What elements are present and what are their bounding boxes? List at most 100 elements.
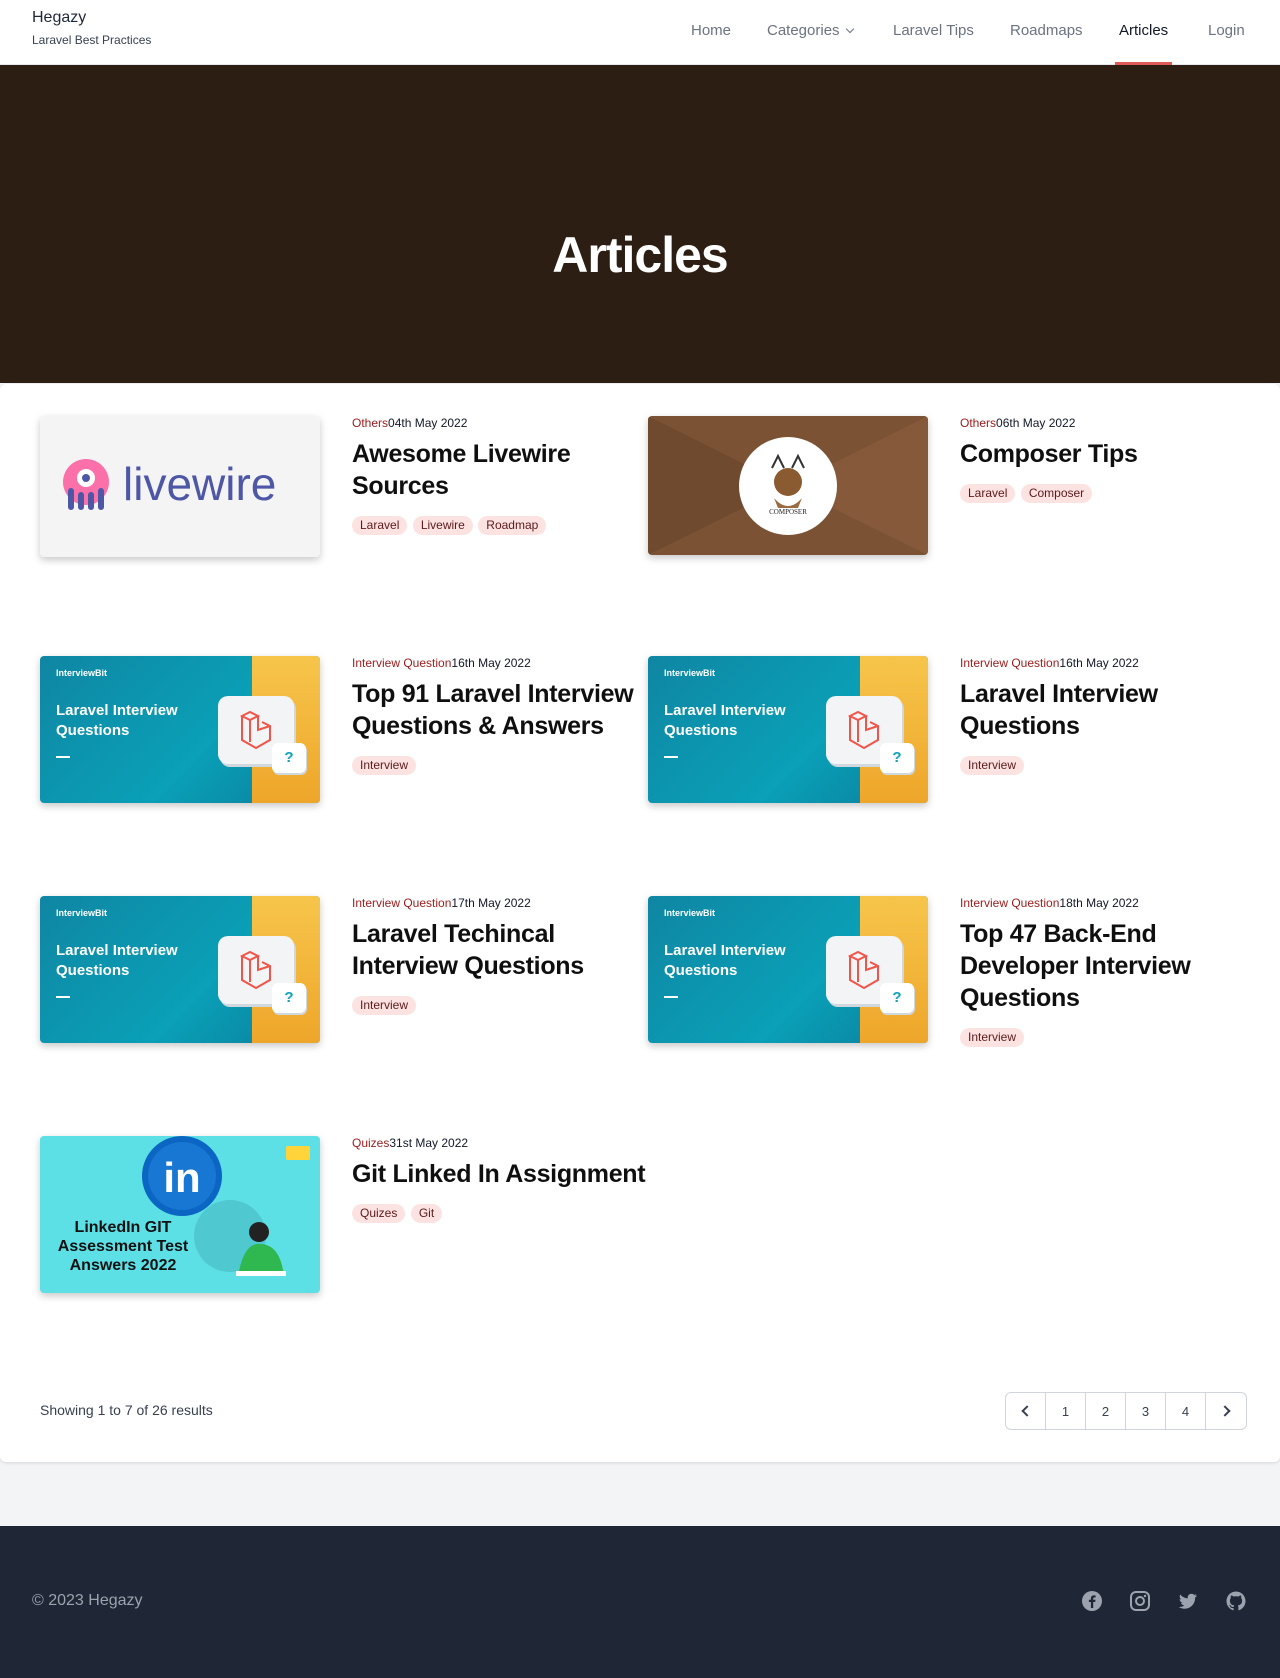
page-button-4[interactable]: 4 <box>1166 1393 1206 1429</box>
article-category[interactable]: Interview Question <box>352 896 451 910</box>
article-title[interactable]: Top 47 Back-End Developer Interview Ques… <box>960 918 1250 1014</box>
linkedin-logo-text: in <box>163 1154 200 1201</box>
article-title[interactable]: Top 91 Laravel Interview Questions & Ans… <box>352 678 642 742</box>
article-card[interactable]: InterviewBit Laravel Interview Questions… <box>40 896 584 1043</box>
article-title[interactable]: Awesome Livewire Sources <box>352 438 642 502</box>
question-mark-icon: ? <box>880 983 914 1013</box>
articles-card: livewire Others04th May 2022 Awesome Liv… <box>0 384 1280 1462</box>
article-date: 04th May 2022 <box>388 416 468 430</box>
page-button-1[interactable]: 1 <box>1046 1393 1086 1429</box>
twitter-icon[interactable] <box>1177 1590 1199 1612</box>
facebook-icon[interactable] <box>1081 1590 1103 1612</box>
composer-wordmark: COMPOSER <box>769 508 807 516</box>
article-thumbnail[interactable]: InterviewBit Laravel Interview Questions… <box>648 896 928 1043</box>
article-info: Others06th May 2022 Composer Tips Larave… <box>960 416 1250 503</box>
article-tags: Interview <box>352 996 642 1015</box>
tag[interactable]: Quizes <box>352 1204 406 1223</box>
article-meta: Interview Question17th May 2022 <box>352 896 642 910</box>
chevron-down-icon <box>845 24 854 34</box>
tag[interactable]: Roadmap <box>478 516 547 535</box>
article-thumbnail[interactable]: InterviewBit Laravel Interview Questions… <box>40 896 320 1043</box>
article-meta: Others04th May 2022 <box>352 416 642 430</box>
article-thumbnail[interactable]: COMPOSER <box>648 416 928 555</box>
brand[interactable]: Hegazy Laravel Best Practices <box>32 9 151 47</box>
page-title: Articles <box>552 227 728 283</box>
article-tags: Interview <box>960 756 1250 775</box>
github-icon[interactable] <box>1225 1590 1247 1612</box>
tag[interactable]: Livewire <box>412 516 473 535</box>
tag[interactable]: Git <box>410 1204 443 1223</box>
banner-text: Laravel Interview Questions <box>56 942 178 979</box>
tag[interactable]: Interview <box>960 756 1025 775</box>
article-date: 17th May 2022 <box>451 896 531 910</box>
article-thumbnail[interactable]: InterviewBit Laravel Interview Questions… <box>648 656 928 803</box>
nav-login[interactable]: Login <box>1208 22 1245 39</box>
article-card[interactable]: InterviewBit Laravel Interview Questions… <box>40 656 634 803</box>
banner-dash <box>56 996 70 998</box>
article-thumbnail[interactable]: InterviewBit Laravel Interview Questions… <box>40 656 320 803</box>
article-meta: Quizes31st May 2022 <box>352 1136 642 1150</box>
article-tags: Quizes Git <box>352 1204 642 1223</box>
results-summary: Showing 1 to 7 of 26 results <box>40 1402 213 1418</box>
next-page-button[interactable] <box>1206 1393 1246 1429</box>
nav-laravel-tips[interactable]: Laravel Tips <box>893 22 974 39</box>
copyright: © 2023 Hegazy <box>32 1592 143 1609</box>
article-info: Interview Question17th May 2022 Laravel … <box>352 896 642 1015</box>
article-date: 16th May 2022 <box>451 656 531 670</box>
article-info: Others04th May 2022 Awesome Livewire Sou… <box>352 416 642 535</box>
article-category[interactable]: Others <box>352 416 388 430</box>
brand-name: Hegazy <box>32 9 87 26</box>
tag[interactable]: Interview <box>960 1028 1025 1047</box>
top-navigation: Hegazy Laravel Best Practices Home Categ… <box>0 0 1280 65</box>
article-thumbnail[interactable]: in LinkedIn GIT Assessment Test Answers … <box>40 1136 320 1293</box>
nav-categories-label: Categories <box>767 22 840 39</box>
article-category[interactable]: Quizes <box>352 1136 389 1150</box>
article-tags: Interview <box>960 1028 1250 1047</box>
prev-page-button[interactable] <box>1006 1393 1046 1429</box>
article-title[interactable]: Composer Tips <box>960 438 1250 470</box>
nav-home[interactable]: Home <box>691 22 731 39</box>
banner-text: Laravel Interview Questions <box>664 942 786 979</box>
article-info: Interview Question16th May 2022 Laravel … <box>960 656 1250 775</box>
tag[interactable]: Interview <box>352 756 417 775</box>
livewire-wordmark: livewire <box>123 458 276 510</box>
article-title[interactable]: Laravel Techincal Interview Questions <box>352 918 642 982</box>
tag[interactable]: Interview <box>352 996 417 1015</box>
tag[interactable]: Laravel <box>352 516 408 535</box>
article-title[interactable]: Laravel Interview Questions <box>960 678 1250 742</box>
question-mark-icon: ? <box>272 983 306 1013</box>
footer: © 2023 Hegazy <box>0 1526 1280 1678</box>
article-meta: Interview Question18th May 2022 <box>960 896 1250 910</box>
article-title[interactable]: Git Linked In Assignment <box>352 1158 652 1190</box>
interviewbit-logo: InterviewBit <box>664 908 716 918</box>
article-info: Quizes31st May 2022 Git Linked In Assign… <box>352 1136 646 1223</box>
banner-text: LinkedIn GIT Assessment Test Answers 202… <box>57 1219 189 1274</box>
article-category[interactable]: Interview Question <box>960 656 1059 670</box>
nav-articles[interactable]: Articles <box>1119 22 1168 39</box>
instagram-icon[interactable] <box>1129 1590 1151 1612</box>
article-thumbnail[interactable]: livewire <box>40 416 320 557</box>
page-button-3[interactable]: 3 <box>1126 1393 1166 1429</box>
page-button-2[interactable]: 2 <box>1086 1393 1126 1429</box>
brand-tagline: Laravel Best Practices <box>32 33 152 47</box>
banner-text: Laravel Interview Questions <box>664 702 786 739</box>
article-category[interactable]: Others <box>960 416 996 430</box>
livewire-logo-icon: livewire <box>63 458 276 510</box>
article-date: 16th May 2022 <box>1059 656 1139 670</box>
nav-roadmaps[interactable]: Roadmaps <box>1010 22 1083 39</box>
article-meta: Others06th May 2022 <box>960 416 1250 430</box>
question-mark-icon: ? <box>880 743 914 773</box>
article-tags: Interview <box>352 756 642 775</box>
tag[interactable]: Laravel <box>960 484 1016 503</box>
interviewbit-logo: InterviewBit <box>664 668 716 678</box>
article-category[interactable]: Interview Question <box>352 656 451 670</box>
tag[interactable]: Composer <box>1020 484 1093 503</box>
banner-dash <box>664 996 678 998</box>
article-card[interactable]: InterviewBit Laravel Interview Questions… <box>648 656 1158 803</box>
article-category[interactable]: Interview Question <box>960 896 1059 910</box>
article-card[interactable]: InterviewBit Laravel Interview Questions… <box>648 896 1191 1047</box>
nav-categories[interactable]: Categories <box>767 22 854 39</box>
interviewbit-logo: InterviewBit <box>56 908 108 918</box>
composer-logo-icon: COMPOSER <box>648 416 928 555</box>
banner-text: Laravel Interview Questions <box>56 702 178 739</box>
